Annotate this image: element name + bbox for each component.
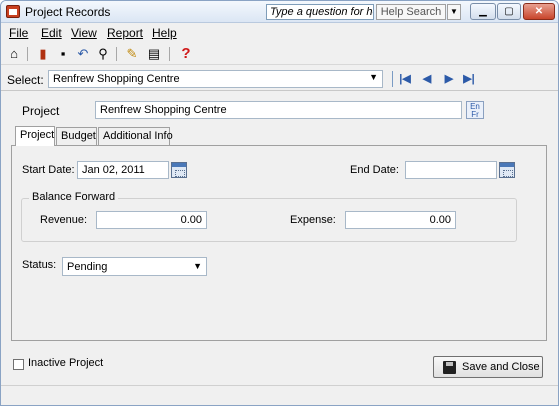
language-icon[interactable]: En Fr <box>466 101 484 119</box>
help-icon[interactable]: ? <box>177 45 195 63</box>
save-disk-icon <box>443 361 456 374</box>
select-label: Select: <box>7 73 44 87</box>
menu-edit[interactable]: Edit <box>41 26 62 40</box>
save-and-close-label: Save and Close <box>462 361 540 373</box>
home-icon[interactable]: ⌂ <box>5 45 23 63</box>
next-record-icon[interactable]: ▶ <box>441 71 457 87</box>
menu-file[interactable]: File <box>9 26 28 40</box>
inactive-project-checkbox[interactable] <box>13 359 24 370</box>
undo-icon[interactable]: ↶ <box>74 45 92 63</box>
toolbar: ⌂ ▮ ▪ ↶ ⚲ ✎ ▤ ? <box>1 43 558 65</box>
help-search-button[interactable]: Help Search <box>376 4 446 20</box>
notes-icon[interactable]: ▤ <box>145 45 163 63</box>
chevron-down-icon: ▼ <box>193 261 202 271</box>
record-select-row: Select: Renfrew Shopping Centre ▼ |◀ ◀ ▶… <box>1 67 558 91</box>
toolbar-separator <box>27 47 28 61</box>
end-date-input[interactable] <box>405 161 497 179</box>
inactive-project-label: Inactive Project <box>28 357 104 369</box>
end-date-calendar-icon[interactable] <box>499 162 515 178</box>
status-bar <box>1 385 558 405</box>
revenue-input[interactable]: 0.00 <box>96 211 207 229</box>
menu-help[interactable]: Help <box>152 26 177 40</box>
project-name-input[interactable]: Renfrew Shopping Centre <box>95 101 462 119</box>
expense-label: Expense: <box>290 214 336 226</box>
end-date-label: End Date: <box>350 164 399 176</box>
save-and-close-button[interactable]: Save and Close <box>433 356 543 378</box>
app-icon <box>6 5 20 18</box>
minimize-button[interactable]: ▁ <box>470 3 496 20</box>
first-record-icon[interactable]: |◀ <box>397 71 413 87</box>
start-date-input[interactable]: Jan 02, 2011 <box>77 161 169 179</box>
record-select-dropdown[interactable]: Renfrew Shopping Centre ▼ <box>48 70 383 88</box>
previous-record-icon[interactable]: ◀ <box>419 71 435 87</box>
help-question-input[interactable]: Type a question for help <box>266 4 374 20</box>
start-date-calendar-icon[interactable] <box>171 162 187 178</box>
window-title: Project Records <box>25 5 111 19</box>
close-button[interactable]: ✕ <box>523 3 555 20</box>
revenue-label: Revenue: <box>40 214 88 226</box>
menu-report[interactable]: Report <box>107 26 143 40</box>
maximize-button[interactable]: ▢ <box>497 3 521 20</box>
balance-forward-label: Balance Forward <box>29 191 119 203</box>
save-icon[interactable]: ▪ <box>54 45 72 63</box>
expense-input[interactable]: 0.00 <box>345 211 456 229</box>
nav-separator <box>392 71 393 87</box>
project-records-window: Project Records Type a question for help… <box>0 0 559 406</box>
chevron-down-icon: ▼ <box>369 72 378 82</box>
last-record-icon[interactable]: ▶| <box>461 71 477 87</box>
tab-budget[interactable]: Budget <box>56 127 97 146</box>
start-date-label: Start Date: <box>22 164 75 176</box>
status-label: Status: <box>22 259 57 271</box>
project-label: Project <box>22 104 60 118</box>
status-value: Pending <box>67 261 108 273</box>
menu-bar: File Edit View Report Help <box>1 24 558 42</box>
status-dropdown[interactable]: Pending ▼ <box>62 257 207 276</box>
record-select-value: Renfrew Shopping Centre <box>53 73 180 85</box>
title-bar: Project Records Type a question for help… <box>1 1 558 23</box>
toolbar-separator <box>169 47 170 61</box>
toolbar-separator <box>116 47 117 61</box>
edit-icon[interactable]: ✎ <box>123 45 141 63</box>
tab-additional-info[interactable]: Additional Info <box>98 127 173 146</box>
help-dropdown-button[interactable]: ▼ <box>447 4 461 20</box>
menu-view[interactable]: View <box>71 26 97 40</box>
find-icon[interactable]: ⚲ <box>94 45 112 63</box>
tab-project[interactable]: Project <box>15 126 55 146</box>
delete-icon[interactable]: ▮ <box>34 45 52 63</box>
